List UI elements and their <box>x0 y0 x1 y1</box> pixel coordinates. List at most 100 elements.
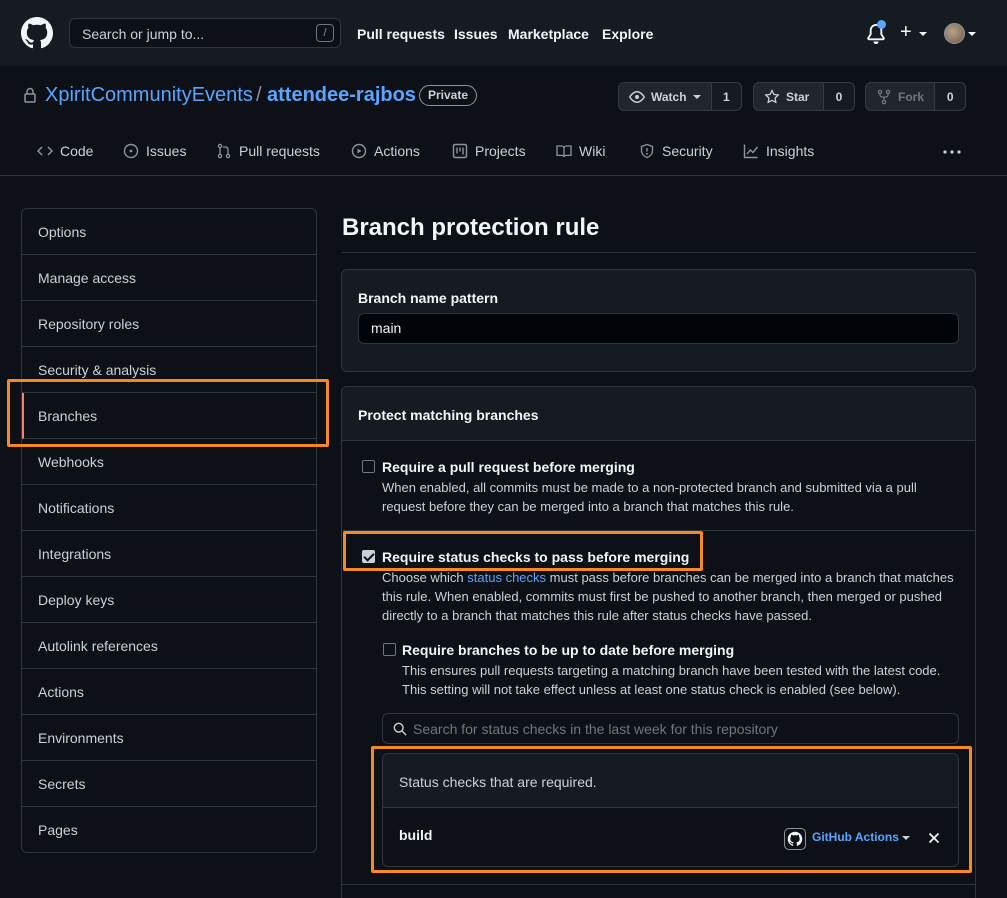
tab-actions[interactable]: Actions <box>351 143 420 159</box>
plus-icon[interactable]: + <box>900 22 912 42</box>
require-status-checks-title: Require status checks to pass before mer… <box>382 549 690 565</box>
pull-request-icon <box>217 143 231 159</box>
nav-pull-requests[interactable]: Pull requests <box>357 26 445 42</box>
fork-icon <box>877 89 891 104</box>
title-divider <box>342 252 976 253</box>
tab-label: Code <box>60 143 94 159</box>
sidebar-item-secrets[interactable]: Secrets <box>22 761 316 807</box>
page-title: Branch protection rule <box>342 214 600 241</box>
star-label: Star <box>786 89 810 104</box>
sidebar-item-webhooks[interactable]: Webhooks <box>22 439 316 485</box>
tab-security[interactable]: Security <box>639 143 713 159</box>
branch-pattern-input[interactable]: main <box>358 313 959 344</box>
repo-separator: / <box>256 84 262 106</box>
require-status-checks-checkbox[interactable] <box>362 550 375 563</box>
global-header: Search or jump to... / Pull requests Iss… <box>0 0 1007 66</box>
tab-label: Actions <box>374 143 420 159</box>
star-icon <box>764 88 780 103</box>
search-icon <box>393 722 407 736</box>
status-check-search-input[interactable]: Search for status checks in the last wee… <box>382 713 959 744</box>
code-icon <box>37 146 53 156</box>
notification-dot-icon <box>877 20 886 29</box>
status-check-search-placeholder: Search for status checks in the last wee… <box>413 721 778 737</box>
require-pr-desc: request before they can be merged into a… <box>382 499 794 514</box>
sidebar-item-repository-roles[interactable]: Repository roles <box>22 301 316 347</box>
require-status-checks-desc: Choose which status checks must pass bef… <box>382 570 954 585</box>
fork-label: Fork <box>898 89 925 104</box>
nav-marketplace[interactable]: Marketplace <box>508 26 589 42</box>
require-up-to-date-desc: This ensures pull requests targeting a m… <box>402 663 941 678</box>
settings-sidebar: Options Manage access Repository roles S… <box>21 208 317 853</box>
require-pr-desc: When enabled, all commits must be made t… <box>382 480 917 495</box>
require-up-to-date-desc: This setting will not take effect unless… <box>402 682 901 697</box>
status-check-app-selector[interactable]: GitHub Actions <box>812 830 899 844</box>
chevron-down-icon <box>692 94 701 99</box>
required-checks-box: Status checks that are required. <box>382 753 959 867</box>
tab-label: Insights <box>766 143 815 159</box>
tab-insights[interactable]: Insights <box>743 143 814 159</box>
watch-button[interactable]: Watch <box>619 83 712 110</box>
project-icon <box>452 143 468 159</box>
chevron-down-icon[interactable] <box>902 836 910 840</box>
book-icon <box>556 145 572 158</box>
star-button[interactable]: Star <box>754 83 824 110</box>
nav-issues[interactable]: Issues <box>454 26 498 42</box>
sidebar-item-integrations[interactable]: Integrations <box>22 531 316 577</box>
sidebar-item-pages[interactable]: Pages <box>22 807 316 853</box>
nav-explore[interactable]: Explore <box>602 26 653 42</box>
sidebar-item-notifications[interactable]: Notifications <box>22 485 316 531</box>
github-logo-icon[interactable] <box>21 17 53 49</box>
require-up-to-date-title: Require branches to be up to date before… <box>402 642 735 658</box>
play-icon <box>351 143 367 159</box>
tab-label: Wiki <box>579 143 606 159</box>
close-icon[interactable] <box>928 832 940 844</box>
sidebar-item-manage-access[interactable]: Manage access <box>22 255 316 301</box>
shield-icon <box>640 143 654 159</box>
search-placeholder: Search or jump to... <box>82 26 205 42</box>
pattern-label: Branch name pattern <box>358 290 499 306</box>
chevron-down-icon[interactable] <box>968 32 976 36</box>
graph-icon <box>743 144 759 159</box>
watch-count[interactable]: 1 <box>711 83 741 110</box>
status-checks-link[interactable]: status checks <box>467 570 546 585</box>
sidebar-item-environments[interactable]: Environments <box>22 715 316 761</box>
visibility-badge: Private <box>419 85 478 106</box>
star-count[interactable]: 0 <box>824 83 854 110</box>
required-checks-header: Status checks that are required. <box>383 754 958 808</box>
sidebar-item-actions[interactable]: Actions <box>22 669 316 715</box>
tab-label: Security <box>662 143 713 159</box>
require-status-checks-desc: directly to a branch that matches this r… <box>382 608 812 623</box>
sidebar-item-branches[interactable]: Branches <box>22 393 316 439</box>
require-pr-title: Require a pull request before merging <box>382 459 635 475</box>
global-search-input[interactable]: Search or jump to... / <box>69 18 341 48</box>
kebab-horizontal-icon[interactable] <box>943 150 961 154</box>
lock-icon <box>24 87 36 103</box>
repo-name-link[interactable]: attendee-rajbos <box>267 84 416 107</box>
watch-button-group: Watch 1 <box>618 82 742 111</box>
tab-label: Issues <box>146 143 187 159</box>
repo-owner-link[interactable]: XpiritCommunityEvents <box>45 84 253 107</box>
sidebar-item-autolink-references[interactable]: Autolink references <box>22 623 316 669</box>
fork-button-group: Fork 0 <box>865 82 966 111</box>
fork-button[interactable]: Fork <box>866 83 936 110</box>
repository-header <box>0 66 1007 176</box>
slash-key-hint: / <box>316 24 334 42</box>
divider <box>342 884 975 885</box>
sidebar-item-options[interactable]: Options <box>22 209 316 255</box>
protect-heading: Protect matching branches <box>358 407 539 423</box>
chevron-down-icon[interactable] <box>919 32 927 36</box>
tab-projects[interactable]: Projects <box>452 143 526 159</box>
protect-header: Protect matching branches <box>342 387 975 441</box>
tab-label: Projects <box>475 143 526 159</box>
tab-wiki[interactable]: Wiki <box>556 143 605 159</box>
status-check-name: build <box>399 827 433 843</box>
fork-count[interactable]: 0 <box>935 83 965 110</box>
avatar[interactable] <box>944 23 965 44</box>
require-pr-checkbox[interactable] <box>362 460 375 473</box>
sidebar-item-deploy-keys[interactable]: Deploy keys <box>22 577 316 623</box>
tab-issues[interactable]: Issues <box>123 143 186 159</box>
require-up-to-date-checkbox[interactable] <box>383 643 396 656</box>
tab-code[interactable]: Code <box>37 143 93 159</box>
sidebar-item-security-analysis[interactable]: Security & analysis <box>22 347 316 393</box>
tab-pull-requests[interactable]: Pull requests <box>216 143 320 159</box>
